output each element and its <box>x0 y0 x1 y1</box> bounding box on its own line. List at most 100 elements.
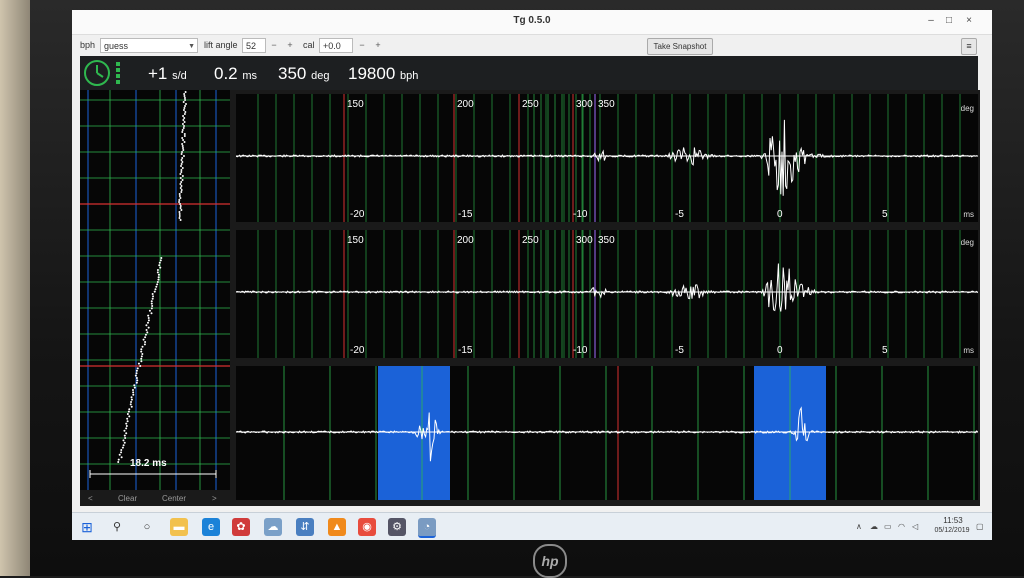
deg-tick-label: 350 <box>598 235 615 246</box>
paper-strip-dot <box>130 405 133 408</box>
onedrive-icon[interactable]: ☁ <box>264 518 282 536</box>
paper-strip-dot <box>179 173 182 175</box>
ms-tick-label: -20 <box>350 345 365 356</box>
minimize-button[interactable]: – <box>924 13 938 29</box>
notification-icon[interactable]: ▢ <box>976 522 984 531</box>
paper-strip-panel: 18.2 ms <box>80 90 230 490</box>
paper-strip-dot <box>183 141 186 143</box>
paper-strip-dot <box>124 437 127 439</box>
paper-strip-dot <box>181 129 184 131</box>
paper-strip-dot <box>140 357 143 360</box>
paper-strip-dot <box>125 427 128 430</box>
paper-strip-dot <box>144 341 147 343</box>
clear-button[interactable]: Clear <box>118 494 137 503</box>
lift-angle-label: lift angle <box>204 40 238 50</box>
bph-display: 19800 bph <box>348 64 418 84</box>
paper-strip-dot <box>181 179 184 181</box>
paper-strip-dot <box>140 360 143 363</box>
battery-icon[interactable]: ▭ <box>884 522 892 531</box>
tic-waveform-plot: 150 200 250 300 350 -20 -15 -10 -5 0 5 <box>235 94 978 222</box>
photos-icon[interactable]: ✿ <box>232 518 250 536</box>
bph-display-value: 19800 <box>348 64 396 83</box>
paper-strip-dot <box>145 324 148 327</box>
paper-strip-dot <box>179 197 182 199</box>
paper-strip-dot <box>181 137 184 139</box>
bph-select[interactable]: guess ▼ <box>100 38 198 53</box>
paper-strip-dot <box>134 374 137 377</box>
windows-start-icon[interactable]: ⊞ <box>78 518 96 536</box>
bph-display-unit: bph <box>400 70 419 82</box>
lift-angle-input[interactable]: 52 <box>242 38 266 53</box>
paper-strip-dot <box>156 283 159 286</box>
laptop-screen: Tg 0.5.0 – □ × bph guess ▼ lift angle 52… <box>72 10 992 540</box>
paper-strip-dot <box>156 269 159 271</box>
take-snapshot-button[interactable]: Take Snapshot <box>647 38 713 55</box>
chrome-icon[interactable]: ◉ <box>358 518 376 536</box>
edge-icon[interactable]: e <box>202 518 220 536</box>
paper-strip-dot <box>150 302 153 305</box>
folder-icon[interactable]: ▬ <box>170 518 188 536</box>
paper-strip-dot <box>180 169 183 171</box>
paper-strip-dot <box>137 362 140 365</box>
settings-icon[interactable]: ⚙ <box>388 518 406 536</box>
windows-taskbar: ⊞ ⚲ ○ ▬ e ✿ ☁ ⇵ ▲ ◉ ⚙ ◔ ∧ ☁ ▭ ◠ ◁ 11:53 … <box>72 512 992 540</box>
paper-strip-dot <box>178 199 181 201</box>
beat-error-unit: ms <box>242 70 258 82</box>
paper-strip-dot <box>179 177 182 179</box>
paper-strip-dot <box>145 329 148 331</box>
cortana-icon[interactable]: ○ <box>138 518 156 536</box>
volume-icon[interactable]: ◁ <box>912 522 918 531</box>
vlc-icon[interactable]: ▲ <box>328 518 346 536</box>
deg-tick-label: 250 <box>522 99 539 110</box>
paper-strip-dot <box>182 109 185 111</box>
paper-strip-dot <box>117 461 120 463</box>
tg-app-icon[interactable]: ◔ <box>418 518 436 538</box>
lift-angle-increment-button[interactable]: + <box>284 38 296 53</box>
ms-tick-label: -5 <box>675 209 684 220</box>
paper-strip-dot <box>123 441 126 444</box>
onedrive-tray-icon[interactable]: ☁ <box>870 522 878 531</box>
paper-strip-dot <box>155 285 158 288</box>
paper-strip-dot <box>142 338 145 341</box>
deg-tick-label: 350 <box>598 99 615 110</box>
cal-input[interactable]: +0.0 <box>319 38 353 53</box>
paper-strip-dot <box>120 449 123 451</box>
paper-strip-dot <box>125 425 128 427</box>
clock-date[interactable]: 05/12/2019 <box>924 527 980 534</box>
background-wall <box>0 0 30 576</box>
paper-strip-dot <box>157 278 160 281</box>
period-view-plot <box>235 366 978 500</box>
lift-angle-decrement-button[interactable]: − <box>268 38 280 53</box>
paper-strip-dot <box>120 456 123 459</box>
paper-strip-dot <box>182 119 185 121</box>
paper-strip-controls: < Clear Center > <box>72 490 232 512</box>
paper-strip-dot <box>136 379 139 382</box>
ms-tick-label: -20 <box>350 209 365 220</box>
paper-strip-dot <box>154 288 157 291</box>
cal-increment-button[interactable]: + <box>372 38 384 53</box>
ms-tick-label: 5 <box>882 209 888 220</box>
paper-strip-dot <box>126 417 129 420</box>
paper-strip-dot <box>183 107 186 109</box>
clock-time[interactable]: 11:53 <box>930 516 976 525</box>
paper-strip-dot <box>183 93 186 95</box>
wifi-icon[interactable]: ◠ <box>898 522 905 531</box>
center-button[interactable]: Center <box>162 494 186 503</box>
maximize-button[interactable]: □ <box>942 13 956 29</box>
ms-unit-label: ms <box>963 346 974 355</box>
scroll-left-button[interactable]: < <box>88 494 93 503</box>
paper-strip-dot <box>139 365 142 367</box>
window-title: Tg 0.5.0 <box>513 15 551 26</box>
cal-decrement-button[interactable]: − <box>356 38 368 53</box>
tray-chevron-icon[interactable]: ∧ <box>856 522 862 531</box>
search-icon[interactable]: ⚲ <box>108 518 126 536</box>
scroll-right-button[interactable]: > <box>212 494 217 503</box>
network-app-icon[interactable]: ⇵ <box>296 518 314 536</box>
paper-strip-dot <box>118 453 121 456</box>
close-button[interactable]: × <box>962 13 976 29</box>
menu-button[interactable]: ≡ <box>961 38 977 55</box>
ms-tick-label: -5 <box>675 345 684 356</box>
paper-strip-dot <box>136 367 139 370</box>
ms-tick-label: -15 <box>458 345 473 356</box>
amplitude-display: 350 deg <box>278 64 329 84</box>
